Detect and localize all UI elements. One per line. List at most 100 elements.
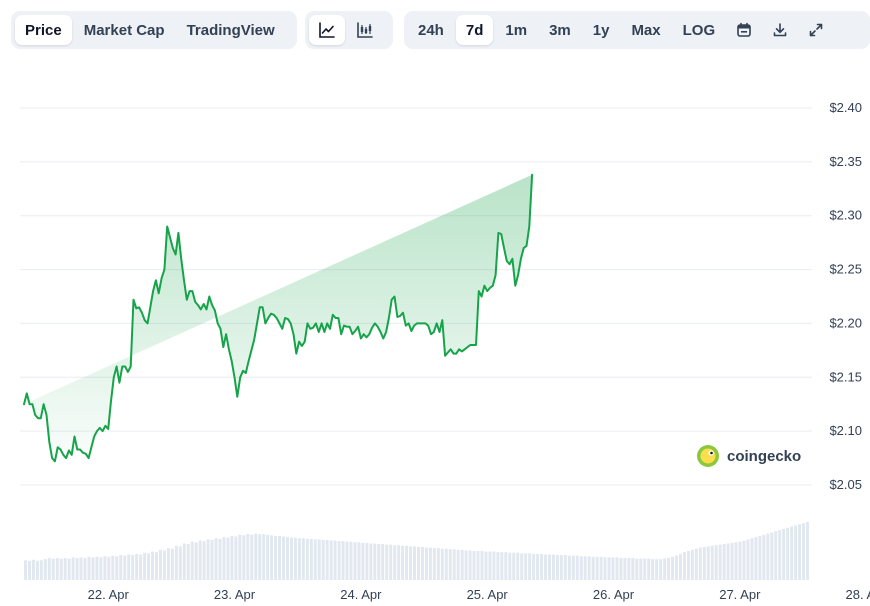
- volume-bar: [377, 544, 381, 580]
- volume-bar: [770, 532, 774, 580]
- volume-bar: [635, 558, 639, 580]
- volume-bar: [397, 545, 401, 580]
- x-tick-label: 26. Apr: [593, 587, 635, 602]
- volume-bar: [456, 549, 460, 580]
- log-scale-toggle[interactable]: LOG: [673, 15, 726, 45]
- x-tick-label: 27. Apr: [719, 587, 761, 602]
- volume-bar: [24, 560, 27, 580]
- volume-bar: [615, 557, 619, 580]
- volume-bar: [278, 535, 282, 580]
- volume-bar: [694, 548, 698, 580]
- volume-bar: [341, 541, 345, 580]
- volume-bar: [643, 558, 647, 580]
- volume-bar: [107, 556, 111, 580]
- volume-bar: [651, 559, 655, 580]
- volume-bar: [313, 539, 317, 580]
- volume-bar: [730, 542, 734, 580]
- range-7d[interactable]: 7d: [455, 15, 494, 45]
- volume-bar: [361, 542, 365, 580]
- volume-bar: [385, 544, 389, 580]
- volume-bar: [258, 534, 262, 580]
- volume-bar: [627, 557, 631, 580]
- volume-bar: [83, 557, 87, 580]
- coingecko-watermark: coingecko: [697, 445, 801, 467]
- volume-bar: [806, 522, 809, 580]
- volume-bar: [369, 543, 373, 580]
- volume-bar: [111, 555, 115, 580]
- volume-bar: [702, 546, 706, 580]
- tab-market-cap[interactable]: Market Cap: [74, 15, 175, 45]
- volume-bar: [595, 556, 599, 580]
- volume-bar: [555, 555, 559, 580]
- volume-bar: [667, 557, 671, 580]
- volume-bar: [758, 535, 762, 580]
- y-tick-label: $2.30: [829, 208, 862, 223]
- volume-bar: [234, 536, 238, 580]
- range-3m[interactable]: 3m: [539, 15, 581, 45]
- candlestick-chart-button[interactable]: [347, 15, 383, 45]
- volume-bar: [444, 548, 448, 580]
- volume-bar: [115, 556, 119, 580]
- volume-bar: [607, 557, 611, 580]
- y-tick-label: $2.05: [829, 477, 862, 492]
- volume-bar: [599, 556, 603, 580]
- volume-bar: [786, 527, 790, 580]
- volume-bar: [742, 540, 746, 580]
- volume-bar: [381, 544, 385, 580]
- volume-bar: [99, 557, 103, 580]
- calendar-button[interactable]: [727, 15, 761, 45]
- volume-bar: [468, 550, 472, 580]
- volume-bar: [532, 553, 536, 580]
- volume-bar: [663, 558, 667, 580]
- expand-button[interactable]: [799, 15, 833, 45]
- y-tick-label: $2.35: [829, 154, 862, 169]
- price-chart[interactable]: $2.05 $2.10 $2.15 $2.20 $2.25 $2.30 $2.35 $2.40…: [0, 60, 870, 606]
- volume-bar: [242, 535, 246, 580]
- volume-bar: [75, 557, 79, 580]
- volume-bar: [198, 540, 202, 580]
- volume-bar: [417, 546, 420, 580]
- range-1m[interactable]: 1m: [495, 15, 537, 45]
- volume-bar: [301, 538, 305, 580]
- volume-bar: [63, 557, 67, 580]
- volume-bar: [722, 544, 726, 580]
- volume-bar: [778, 530, 782, 580]
- volume-bar: [452, 549, 456, 580]
- range-max[interactable]: Max: [621, 15, 670, 45]
- volume-bar: [655, 559, 659, 580]
- line-chart-button[interactable]: [309, 15, 345, 45]
- download-button[interactable]: [763, 15, 797, 45]
- volume-bar: [59, 558, 63, 580]
- volume-bar: [329, 540, 333, 580]
- volume-bar: [571, 555, 575, 580]
- volume-bar: [35, 560, 39, 580]
- volume-bar: [746, 539, 750, 580]
- range-24h[interactable]: 24h: [408, 15, 454, 45]
- volume-bar: [321, 539, 325, 580]
- volume-bar: [39, 560, 43, 580]
- volume-bar: [182, 543, 186, 580]
- range-1y[interactable]: 1y: [583, 15, 620, 45]
- volume-bar: [349, 541, 353, 580]
- volume-bar: [47, 557, 51, 580]
- chart-toolbar: Price Market Cap TradingView 24h 7d 1m 3…: [11, 11, 870, 49]
- volume-bar: [274, 535, 278, 580]
- volume-bar: [103, 556, 107, 580]
- volume-bar: [405, 545, 409, 580]
- volume-bar: [79, 557, 83, 580]
- volume-bar: [714, 545, 718, 580]
- volume-bar: [631, 557, 635, 580]
- volume-bar: [480, 551, 484, 580]
- volume-bar: [492, 551, 496, 580]
- coingecko-logo-icon: [697, 445, 719, 467]
- volume-bar: [682, 552, 686, 580]
- tab-price[interactable]: Price: [15, 15, 72, 45]
- volume-bar: [246, 534, 250, 580]
- coingecko-label: coingecko: [727, 448, 801, 465]
- calendar-icon: [737, 22, 751, 37]
- volume-bar: [587, 556, 591, 580]
- expand-icon: [809, 23, 823, 37]
- tab-tradingview[interactable]: TradingView: [177, 15, 285, 45]
- volume-bar: [782, 528, 786, 580]
- volume-bar: [559, 555, 563, 580]
